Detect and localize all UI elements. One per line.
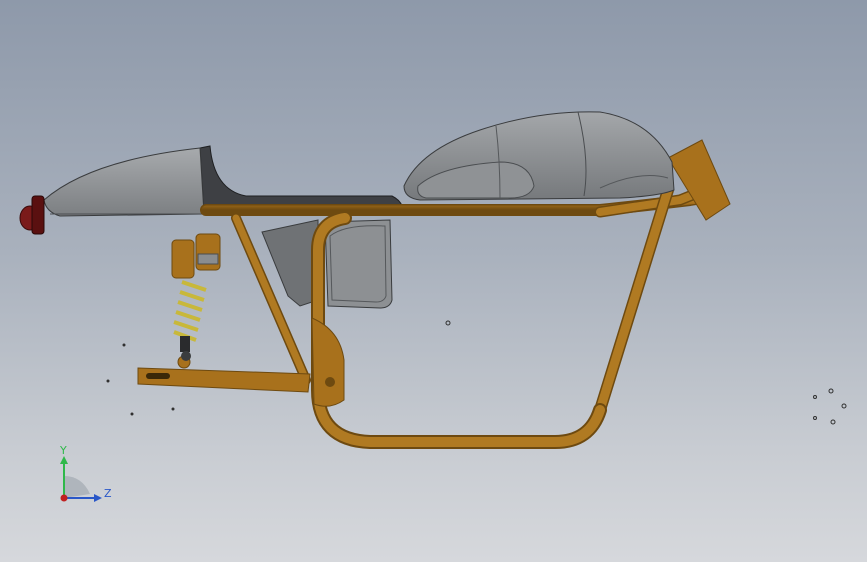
taillight xyxy=(19,195,45,235)
z-axis-label: Z xyxy=(104,487,112,500)
fuel-tank xyxy=(403,111,675,201)
seat xyxy=(199,145,403,215)
pivot-plate xyxy=(311,317,345,407)
tail-cowl xyxy=(43,147,205,217)
orientation-triad: Y Z xyxy=(59,444,112,502)
motorcycle-frame-model[interactable] xyxy=(0,0,867,562)
y-axis-label: Y xyxy=(59,444,67,457)
graphics-viewport[interactable]: Y Z xyxy=(0,0,867,562)
swing-arm xyxy=(137,355,311,393)
rear-shock-absorber xyxy=(171,233,221,361)
headstock xyxy=(667,139,731,221)
triad-plane xyxy=(64,476,90,498)
triad-origin xyxy=(60,494,68,502)
